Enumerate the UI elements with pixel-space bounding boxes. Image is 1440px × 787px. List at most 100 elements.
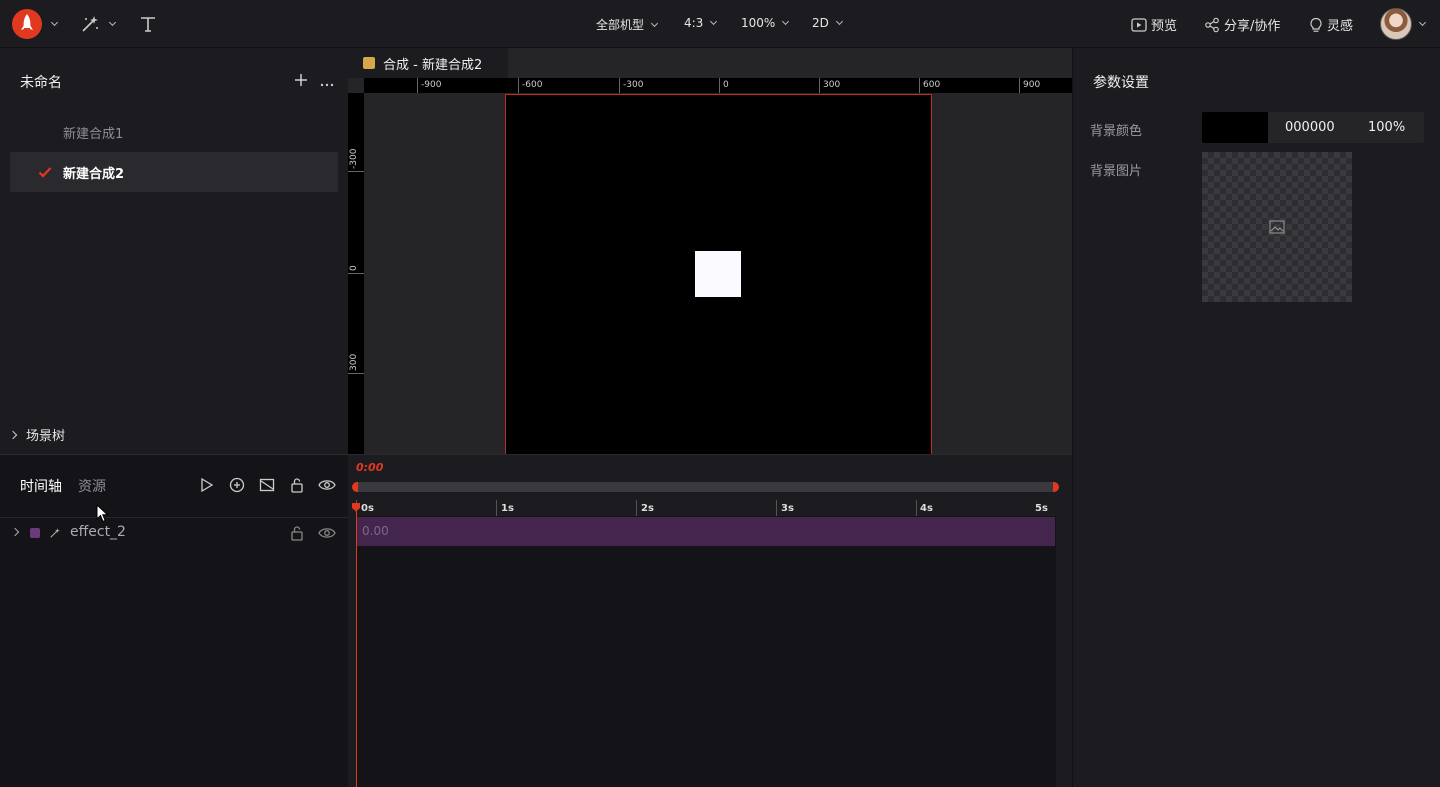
tab-timeline[interactable]: 时间轴 [20, 476, 62, 496]
ruler-label: 300 [349, 353, 359, 371]
unlock-icon [291, 478, 303, 493]
ruler-tick [348, 171, 364, 172]
plus-icon [295, 74, 307, 86]
add-layer-button[interactable] [229, 477, 245, 493]
track-area[interactable] [356, 516, 1056, 787]
parameters-panel: 参数设置 背景颜色 000000 100% 背景图片 [1072, 48, 1440, 787]
ruler-label: -900 [421, 80, 442, 90]
scrubber-start-handle[interactable] [352, 482, 358, 492]
ruler-label: 300 [823, 80, 841, 90]
lock-all-button[interactable] [290, 477, 304, 493]
ruler-label: 0 [349, 265, 359, 271]
bg-color-label: 背景颜色 [1090, 124, 1143, 139]
time-label: 2s [641, 503, 654, 514]
preview-label: 预览 [1151, 19, 1178, 34]
chevron-right-icon [8, 430, 18, 439]
current-time: 0:00 [356, 461, 384, 474]
effect-element[interactable] [695, 251, 741, 297]
playhead-handle-icon[interactable] [351, 502, 361, 512]
ruler-tick [348, 273, 364, 274]
ruler-label: 900 [1023, 80, 1041, 90]
tab-assets[interactable]: 资源 [78, 476, 106, 496]
ruler-tick [1019, 78, 1020, 93]
ruler-label: -300 [349, 148, 359, 169]
ruler-tick [348, 373, 364, 374]
mode-select[interactable]: 2D [812, 16, 843, 30]
logo-menu-button[interactable] [12, 9, 59, 39]
add-composition-button[interactable] [293, 72, 309, 88]
inspiration-button[interactable]: 灵感 [1309, 15, 1353, 34]
time-label: 4s [920, 503, 933, 514]
ruler-label: 0 [723, 80, 729, 90]
ruler-label: 600 [923, 80, 941, 90]
composition-color-swatch [363, 57, 375, 69]
chevron-down-icon [835, 17, 843, 26]
mouse-cursor-icon [96, 504, 109, 523]
composition-tab[interactable]: 合成 - 新建合成2 [348, 48, 508, 78]
ruler-label: -600 [522, 80, 543, 90]
plus-circle-icon [229, 477, 245, 493]
ruler-label: -300 [623, 80, 644, 90]
time-label: 3s [781, 503, 794, 514]
project-panel: 未命名 新建合成1 新建合成2 场景树 [0, 48, 348, 454]
bg-color-opacity[interactable]: 100% [1368, 120, 1405, 135]
chevron-down-icon [782, 17, 790, 26]
composition-label: 新建合成1 [63, 126, 124, 142]
ruler-tick [518, 78, 519, 93]
mask-button[interactable] [259, 477, 275, 493]
eye-icon [318, 480, 336, 490]
checkmark-icon [38, 167, 52, 178]
layer-row[interactable]: effect_2 [0, 518, 348, 548]
visibility-all-button[interactable] [318, 478, 336, 492]
zoom-select-label: 100% [741, 16, 776, 30]
timeline-scrubber[interactable] [352, 482, 1059, 492]
share-icon [1205, 17, 1219, 32]
bg-color-swatch[interactable] [1202, 112, 1268, 143]
scene-tree-toggle[interactable]: 场景树 [8, 425, 65, 444]
ruler-tick [719, 78, 720, 93]
eye-icon[interactable] [318, 526, 336, 540]
layer-clip[interactable]: 0.00 [356, 517, 1055, 546]
layer-name[interactable]: effect_2 [70, 524, 126, 540]
timeline-layer-panel: 时间轴 资源 effect_2 [0, 454, 348, 787]
play-icon [201, 477, 214, 493]
time-tick [776, 500, 777, 516]
user-menu-button[interactable] [1380, 8, 1427, 40]
ratio-select[interactable]: 4:3 [684, 16, 718, 30]
time-tick [496, 500, 497, 516]
composition-item-1[interactable]: 新建合成1 [10, 112, 338, 152]
device-select[interactable]: 全部机型 [596, 16, 659, 33]
composition-item-2[interactable]: 新建合成2 [10, 152, 338, 192]
more-options-button[interactable] [319, 77, 335, 87]
share-button[interactable]: 分享/协作 [1204, 15, 1280, 34]
horizontal-ruler: -900 -600 -300 0 300 600 900 [364, 78, 1072, 93]
chevron-down-icon [108, 18, 117, 27]
zoom-select[interactable]: 100% [741, 16, 790, 30]
playhead[interactable] [356, 503, 357, 787]
text-tool-button[interactable] [138, 13, 158, 35]
lightbulb-icon [1310, 17, 1322, 32]
bg-image-label: 背景图片 [1090, 164, 1143, 179]
bg-color-field[interactable]: 000000 100% [1202, 112, 1424, 143]
device-select-label: 全部机型 [596, 18, 645, 32]
chevron-down-icon [1418, 18, 1427, 27]
top-toolbar: 全部机型 4:3 100% 2D 预览 分享/协作 灵感 [0, 0, 1440, 48]
image-placeholder-icon [1269, 220, 1285, 234]
time-label: 5s [1035, 503, 1048, 514]
layer-color-icon [30, 528, 40, 538]
ruler-tick [819, 78, 820, 93]
composition-label: 新建合成2 [63, 166, 125, 182]
vertical-ruler: -300 0 300 [348, 93, 364, 454]
time-tick [636, 500, 637, 516]
share-label: 分享/协作 [1224, 19, 1281, 34]
effects-menu-button[interactable] [80, 12, 122, 36]
magic-wand-icon [82, 16, 98, 32]
rocket-logo-icon [12, 9, 42, 39]
text-icon [141, 17, 155, 32]
unlock-icon[interactable] [290, 525, 304, 541]
chevron-right-icon[interactable] [10, 527, 20, 537]
preview-button[interactable]: 预览 [1131, 15, 1177, 34]
bg-color-hex[interactable]: 000000 [1285, 120, 1335, 135]
play-button[interactable] [199, 477, 215, 493]
bg-image-upload[interactable] [1202, 152, 1352, 302]
